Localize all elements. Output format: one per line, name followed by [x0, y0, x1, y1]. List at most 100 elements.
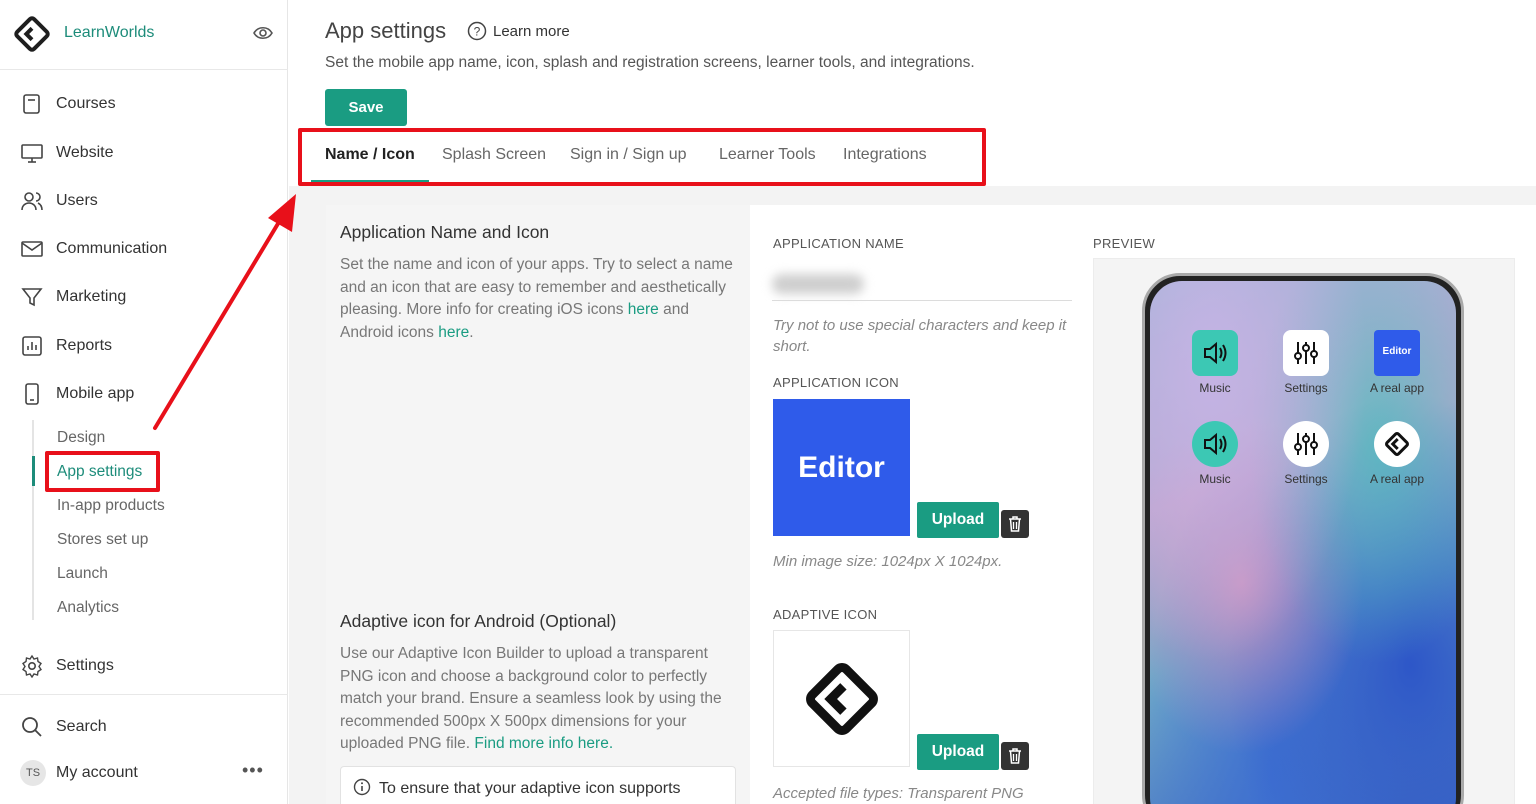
chart-icon — [22, 336, 42, 356]
subnav-active-indicator — [32, 456, 35, 486]
app-icon-delete-button[interactable] — [1001, 510, 1029, 538]
adaptive-section-title: Adaptive icon for Android (Optional) — [340, 611, 617, 631]
learnworlds-logo-icon — [806, 663, 878, 735]
more-options-icon[interactable]: ••• — [242, 760, 264, 781]
speaker-icon — [1192, 330, 1238, 376]
subnav-item-in-app-products[interactable]: In-app products — [57, 497, 165, 515]
sidebar-item-website[interactable]: Website — [0, 133, 288, 173]
phone-icon — [25, 383, 39, 405]
subnav-item-analytics[interactable]: Analytics — [57, 599, 119, 617]
app-name-label: APPLICATION NAME — [773, 236, 904, 251]
preview-app-caption: A real app — [1369, 381, 1425, 395]
learn-more-link[interactable]: Learn more — [493, 23, 570, 40]
phone-mockup: Music Settings Editor A real app Music S — [1142, 273, 1464, 804]
adaptive-icon-label: ADAPTIVE ICON — [773, 607, 878, 622]
sidebar-item-label: Mobile app — [56, 385, 135, 402]
sidebar-item-reports[interactable]: Reports — [0, 326, 288, 366]
preview-app-caption: Settings — [1284, 472, 1328, 486]
preview-app-real-app-adaptive: A real app — [1357, 421, 1437, 486]
preview-app-caption: Music — [1199, 381, 1231, 395]
sidebar: LearnWorlds Courses Website Users Commun… — [0, 0, 288, 804]
sidebar-item-communication[interactable]: Communication — [0, 229, 288, 269]
book-icon — [23, 94, 40, 114]
mail-icon — [21, 241, 43, 257]
sidebar-item-label: Search — [56, 718, 107, 735]
monitor-icon — [21, 144, 43, 163]
adaptive-section-text: Use our Adaptive Icon Builder to upload … — [340, 643, 735, 756]
svg-text:?: ? — [474, 25, 481, 39]
learnworlds-logo-icon[interactable] — [14, 16, 50, 52]
learnworlds-logo-icon — [1374, 421, 1420, 467]
min-size-hint: Min image size: 1024px X 1024px. — [773, 553, 1003, 570]
avatar[interactable]: TS — [20, 760, 46, 786]
preview-app-settings-adaptive: Settings — [1266, 421, 1346, 486]
sidebar-item-settings[interactable]: Settings — [0, 646, 288, 686]
sidebar-item-label: Website — [56, 144, 114, 161]
sidebar-item-users[interactable]: Users — [0, 181, 288, 221]
subnav-item-design[interactable]: Design — [57, 429, 105, 447]
preview-app-settings: Settings — [1266, 330, 1346, 395]
preview-app-caption: A real app — [1369, 472, 1425, 486]
app-name-section-title: Application Name and Icon — [340, 222, 550, 242]
app-name-input-value-blurred[interactable] — [772, 274, 864, 294]
app-icon-upload-button[interactable]: Upload — [917, 502, 999, 538]
adaptive-icon-preview — [773, 630, 910, 767]
editor-tile: Editor — [1374, 330, 1420, 376]
preview-app-caption: Music — [1199, 472, 1231, 486]
find-more-info-link[interactable]: Find more info here. — [474, 735, 613, 752]
app-name-text-part: . — [469, 323, 474, 341]
subnav-item-launch[interactable]: Launch — [57, 565, 108, 583]
subnav-line — [32, 420, 34, 620]
info-notice-text: To ensure that your adaptive icon suppor… — [379, 780, 681, 797]
android-icons-link[interactable]: here — [438, 324, 469, 341]
preview-app-caption: Settings — [1284, 381, 1328, 395]
app-settings-annotation-box — [45, 451, 160, 492]
info-icon — [353, 778, 371, 796]
subnav-item-stores-set-up[interactable]: Stores set up — [57, 531, 148, 549]
preview-app-real-app: Editor A real app — [1357, 330, 1437, 395]
preview-app-music: Music — [1175, 330, 1255, 395]
preview-label: PREVIEW — [1093, 236, 1156, 251]
sidebar-item-label: Marketing — [56, 288, 127, 305]
app-icon-preview: Editor — [773, 399, 910, 536]
trash-icon — [1009, 748, 1021, 764]
brand-name[interactable]: LearnWorlds — [64, 24, 154, 42]
app-name-input-underline — [772, 300, 1072, 301]
page-title: App settings — [325, 18, 447, 43]
sliders-icon — [1283, 330, 1329, 376]
page-description: Set the mobile app name, icon, splash an… — [325, 54, 975, 71]
adaptive-info-notice: To ensure that your adaptive icon suppor… — [340, 766, 736, 804]
sidebar-item-label: Reports — [56, 337, 113, 354]
adaptive-icon-upload-button[interactable]: Upload — [917, 734, 999, 770]
my-account-link[interactable]: My account — [56, 764, 138, 782]
sidebar-item-label: Users — [56, 192, 98, 209]
sidebar-item-search[interactable]: Search — [0, 707, 288, 747]
preview-app-music-adaptive: Music — [1175, 421, 1255, 486]
funnel-icon — [21, 288, 43, 307]
sidebar-item-label: Settings — [56, 657, 114, 674]
app-name-hint: Try not to use special characters and ke… — [773, 317, 1067, 355]
trash-icon — [1009, 516, 1021, 532]
search-icon — [22, 717, 42, 737]
adaptive-icon-delete-button[interactable] — [1001, 742, 1029, 770]
users-icon — [21, 192, 43, 211]
sidebar-item-mobile-app[interactable]: Mobile app — [0, 374, 288, 414]
save-button[interactable]: Save — [325, 89, 407, 126]
phone-screen: Music Settings Editor A real app Music S — [1150, 281, 1456, 804]
sidebar-divider — [0, 694, 288, 695]
editor-tile-text: Editor — [1382, 346, 1412, 357]
sliders-icon — [1283, 421, 1329, 467]
app-icon-label: APPLICATION ICON — [773, 375, 899, 390]
accepted-types-hint: Accepted file types: Transparent PNG — [773, 785, 1024, 802]
gear-icon — [22, 654, 42, 678]
eye-icon[interactable] — [252, 22, 274, 44]
brand-header: LearnWorlds — [0, 0, 288, 70]
sidebar-item-label: Courses — [56, 95, 116, 112]
help-icon[interactable]: ? — [467, 21, 487, 41]
tabs-annotation-box — [298, 128, 986, 186]
sidebar-item-label: Communication — [56, 240, 168, 257]
speaker-icon — [1192, 421, 1238, 467]
sidebar-item-marketing[interactable]: Marketing — [0, 277, 288, 317]
ios-icons-link[interactable]: here — [628, 301, 659, 318]
sidebar-item-courses[interactable]: Courses — [0, 84, 288, 124]
